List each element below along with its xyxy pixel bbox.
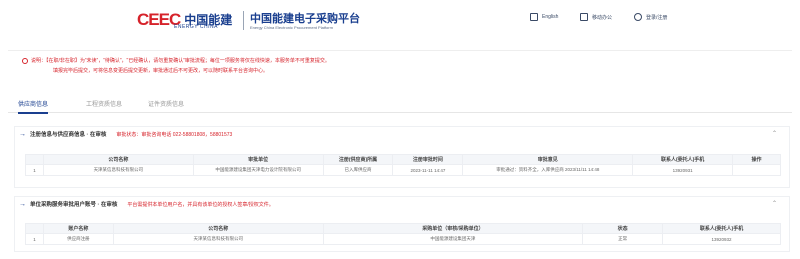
panel-user-account-note: 平台需提供本单位用户名，并具有该单位的授权人签章/授权文件。: [127, 201, 274, 208]
col-action: 操作: [732, 154, 781, 165]
col-time: 注册审批时间: [392, 154, 464, 165]
panel-registration-note: 审批状态：审批咨询电话 022-58801808，58801573: [116, 131, 233, 138]
col-registration: 注册(供应商)所属: [322, 154, 394, 165]
col-index: [25, 223, 44, 234]
platform-title: 中国能建电子采购平台: [250, 13, 360, 25]
tab-certificate-info[interactable]: 证件资质信息: [148, 99, 184, 108]
col-phone: 联系人(委托人)手机: [632, 154, 734, 165]
mobile-office-label: 移动办公: [592, 14, 613, 21]
cell-registration: 已入库供应商: [322, 164, 394, 176]
user-account-table: 账户名称 公司名称 采购单位（审核/采购单位） 状态 联系人(委托人)手机 1 …: [25, 223, 781, 245]
cell-phone: 13920931: [632, 164, 734, 176]
col-phone: 联系人(委托人)手机: [662, 223, 781, 234]
arrow-right-icon: →: [19, 200, 26, 208]
tab-bar: 供应商信息 工程资质信息 证件资质信息: [8, 95, 792, 114]
notice-text-1: 说明：【在职/非在职】为“未读”，“待确认”，“已经确认，请勿重复确认”审批流程…: [31, 58, 330, 64]
col-company: 公司名称: [112, 223, 324, 234]
tab-engineering-info[interactable]: 工程资质信息: [86, 99, 122, 108]
mobile-office-link[interactable]: 移动办公: [580, 13, 612, 21]
registration-table: 公司名称 审批单位 注册(供应商)所属 注册审批时间 审批意见 联系人(委托人)…: [25, 154, 781, 176]
panel-user-account: → 单位采购服务审批用户账号 · 在审核 平台需提供本单位用户名，并具有该单位的…: [14, 196, 790, 252]
panel-registration-title: 注册信息与供应商信息 · 在审核: [30, 132, 107, 138]
logo-divider: [243, 11, 244, 30]
login-label: 登录/注册: [646, 14, 668, 21]
col-purchaser: 采购单位（审核/采购单位）: [322, 223, 584, 234]
panel-registration-header: → 注册信息与供应商信息 · 在审核 审批状态：审批咨询电话 022-58801…: [15, 127, 789, 141]
platform-subtitle: Energy China Electronic Procurement Plat…: [250, 25, 333, 30]
col-status: 状态: [582, 223, 664, 234]
english-label: English: [542, 14, 559, 20]
cell-index: 1: [25, 233, 44, 245]
english-link[interactable]: English: [530, 13, 558, 21]
cell-action[interactable]: [732, 164, 781, 176]
collapse-icon[interactable]: ⌃: [772, 130, 777, 137]
table-row[interactable]: 1 供应商注册 天津某信息科技有限公司 中国能源建设集团天津 正常 139209…: [25, 233, 781, 245]
table-header-row: 账户名称 公司名称 采购单位（审核/采购单位） 状态 联系人(委托人)手机: [25, 223, 781, 234]
notice-line-1: 说明：【在职/非在职】为“未读”，“待确认”，“已经确认，请勿重复确认”审批流程…: [22, 57, 330, 64]
cell-status: 正常: [582, 233, 664, 245]
cell-index: 1: [25, 164, 44, 176]
cell-company: 天津某信息科技有限公司: [42, 164, 194, 176]
collapse-icon[interactable]: ⌃: [772, 200, 777, 207]
table-header-row: 公司名称 审批单位 注册(供应商)所属 注册审批时间 审批意见 联系人(委托人)…: [25, 154, 781, 165]
info-icon: [22, 57, 28, 64]
notice-box: 说明：【在职/非在职】为“未读”，“待确认”，“已经确认，请勿重复确认”审批流程…: [8, 50, 792, 80]
cell-account: 供应商注册: [42, 233, 114, 245]
mobile-icon: [580, 13, 588, 21]
cell-approver: 中国能源建设集团天津电力设计院有限公司: [192, 164, 324, 176]
col-approver: 审批单位: [192, 154, 324, 165]
tab-supplier-info[interactable]: 供应商信息: [18, 99, 49, 114]
login-link[interactable]: 登录/注册: [634, 13, 667, 21]
col-index: [25, 154, 44, 165]
arrow-right-icon: →: [19, 130, 26, 138]
logo[interactable]: CEEC 中国能建 ENERGY CHINA: [137, 10, 232, 30]
table-row[interactable]: 1 天津某信息科技有限公司 中国能源建设集团天津电力设计院有限公司 已入库供应商…: [25, 164, 781, 176]
panel-registration: → 注册信息与供应商信息 · 在审核 审批状态：审批咨询电话 022-58801…: [14, 126, 790, 188]
user-icon: [634, 13, 642, 21]
col-company: 公司名称: [42, 154, 194, 165]
cell-phone: 13920932: [662, 233, 781, 245]
top-header: CEEC 中国能建 ENERGY CHINA 中国能建电子采购平台 Energy…: [0, 0, 800, 40]
panel-user-account-title: 单位采购服务审批用户账号 · 在审核: [30, 202, 118, 208]
document-icon: [530, 13, 538, 21]
cell-company: 天津某信息科技有限公司: [112, 233, 324, 245]
col-account: 账户名称: [42, 223, 114, 234]
cell-opinion: 审批通过：资料齐全，入库供应商 2023/11/11 14:48: [462, 164, 634, 176]
notice-line-2: 填报完毕后提交，可将信息变更后提交更新，审批通过后不可更改，可以随时联系平台咨询…: [53, 68, 269, 74]
cell-time: 2023-11-11 14:47: [392, 164, 464, 176]
col-opinion: 审批意见: [462, 154, 634, 165]
cell-purchaser: 中国能源建设集团天津: [322, 233, 584, 245]
panel-user-account-header: → 单位采购服务审批用户账号 · 在审核 平台需提供本单位用户名，并具有该单位的…: [15, 197, 789, 211]
logo-en-text: ENERGY CHINA: [174, 24, 218, 30]
